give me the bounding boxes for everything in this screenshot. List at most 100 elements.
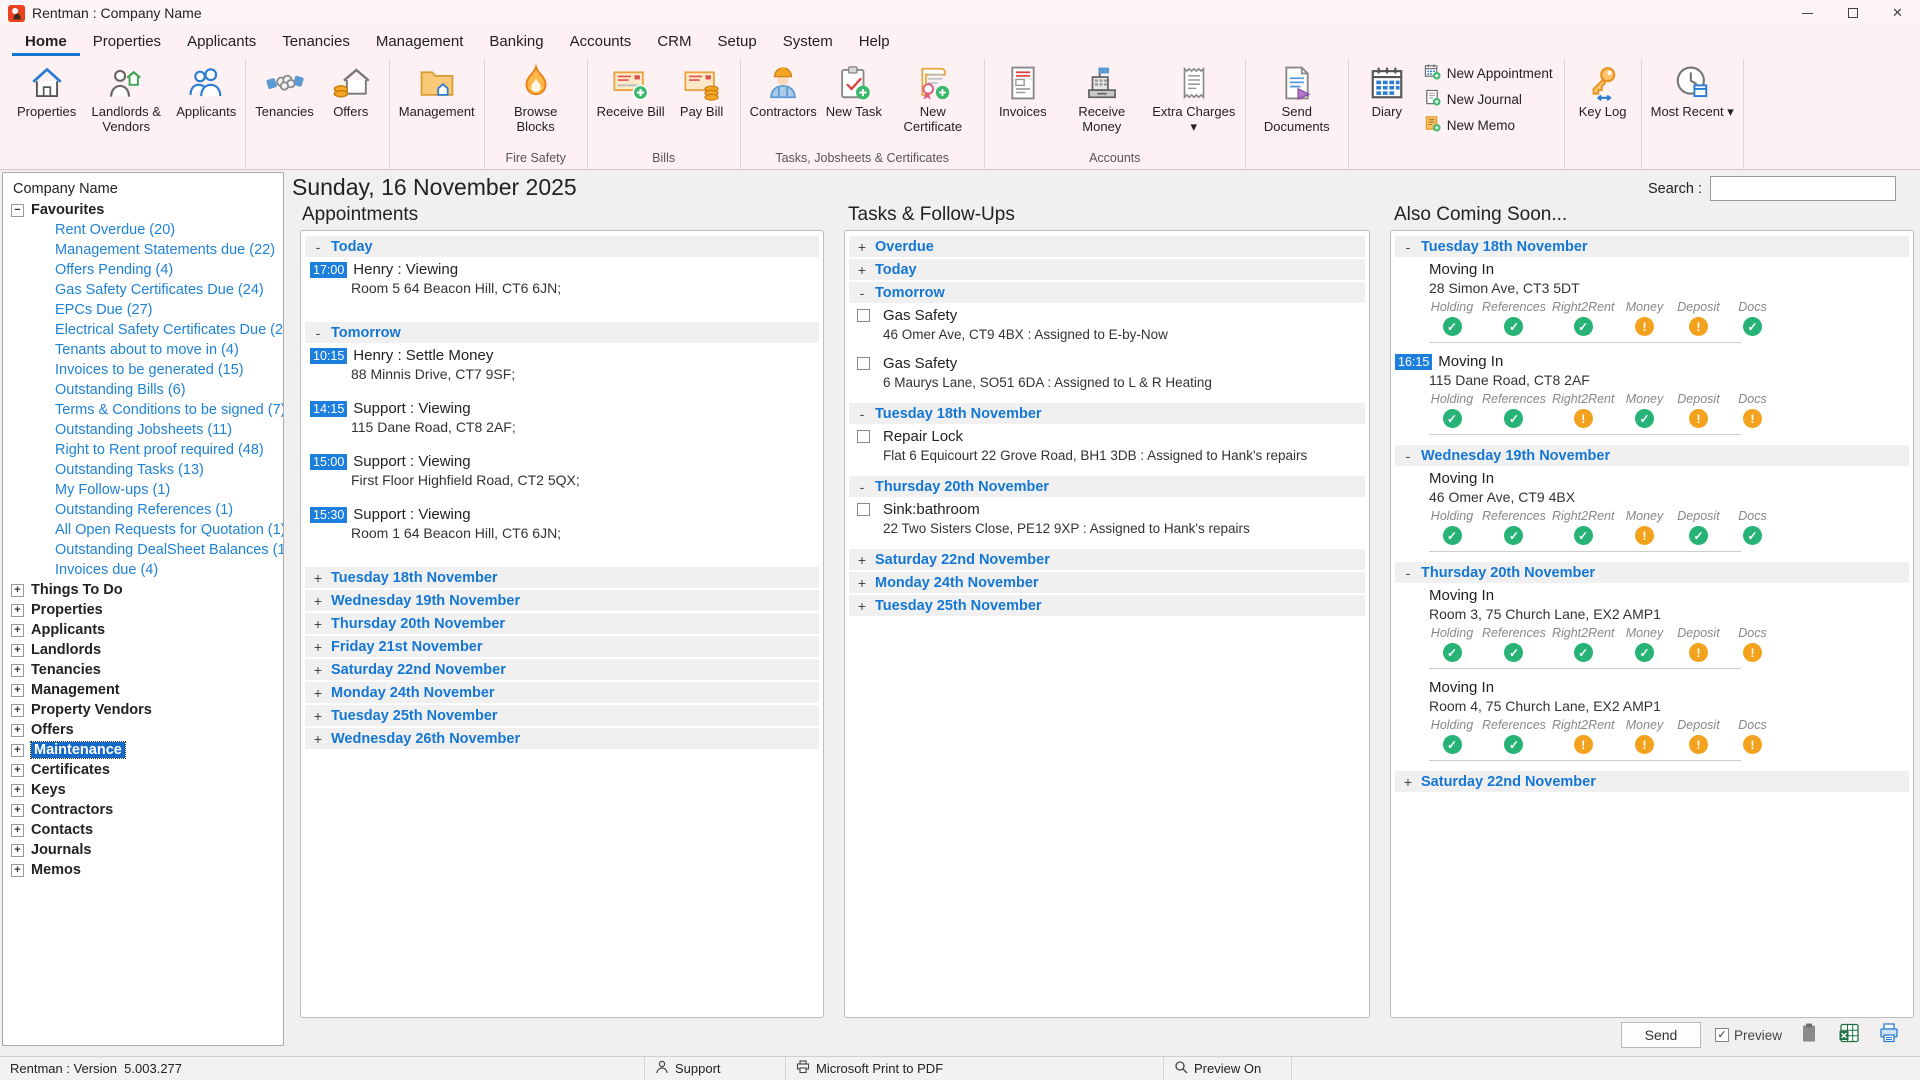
support-segment[interactable]: Support: [645, 1057, 786, 1080]
sidebar-favourite-terms-conditions-to-be-signed-7[interactable]: Terms & Conditions to be signed (7): [3, 400, 283, 420]
appointments-group-header-tomorrow[interactable]: - Tomorrow: [305, 322, 819, 343]
tree-expand-box[interactable]: +: [11, 704, 24, 717]
coming-soon-item[interactable]: Moving In 28 Simon Ave, CT3 5DT Holding …: [1395, 261, 1909, 343]
tab-properties[interactable]: Properties: [80, 29, 174, 56]
task-item[interactable]: Repair Lock Flat 6 Equicourt 22 Grove Ro…: [857, 428, 1365, 463]
search-input[interactable]: [1710, 176, 1896, 201]
task-checkbox[interactable]: [857, 503, 870, 516]
print-button[interactable]: [1876, 1022, 1902, 1048]
tree-expand-box[interactable]: +: [11, 664, 24, 677]
ribbon-button-new-task[interactable]: New Task: [821, 59, 887, 120]
tasks-group-header-saturday-22nd-november[interactable]: + Saturday 22nd November: [849, 549, 1365, 570]
tab-management[interactable]: Management: [363, 29, 477, 56]
sidebar-item-contractors[interactable]: + Contractors: [3, 800, 283, 820]
tree-expand-box[interactable]: +: [11, 604, 24, 617]
ribbon-button-new-journal[interactable]: New Journal: [1424, 89, 1553, 109]
tab-system[interactable]: System: [770, 29, 846, 56]
coming-soon-item[interactable]: Moving In Room 3, 75 Church Lane, EX2 AM…: [1395, 587, 1909, 669]
ribbon-button-send-documents[interactable]: Send Documents: [1251, 59, 1343, 135]
tasks-group-header-tomorrow[interactable]: - Tomorrow: [849, 282, 1365, 303]
sidebar-favourite-outstanding-bills-6[interactable]: Outstanding Bills (6): [3, 380, 283, 400]
tree-expand-box[interactable]: +: [11, 864, 24, 877]
task-checkbox[interactable]: [857, 430, 870, 443]
tab-home[interactable]: Home: [12, 29, 80, 56]
sidebar-favourite-offers-pending-4[interactable]: Offers Pending (4): [3, 260, 283, 280]
tree-expand-box[interactable]: +: [11, 744, 24, 757]
sidebar-favourite-outstanding-dealsheet-balances-14[interactable]: Outstanding DealSheet Balances (14): [3, 540, 283, 560]
tab-banking[interactable]: Banking: [476, 29, 556, 56]
sidebar-item-contacts[interactable]: + Contacts: [3, 820, 283, 840]
ribbon-button-offers[interactable]: Offers: [318, 59, 384, 120]
ribbon-button-contractors[interactable]: Contractors: [746, 59, 821, 120]
tree-expand-box[interactable]: +: [11, 844, 24, 857]
tree-expand-box[interactable]: +: [11, 764, 24, 777]
tasks-group-header-today[interactable]: + Today: [849, 259, 1365, 280]
ribbon-button-diary[interactable]: Diary: [1354, 59, 1420, 120]
sidebar-item-management[interactable]: + Management: [3, 680, 283, 700]
sidebar-favourite-tenants-about-to-move-in-4[interactable]: Tenants about to move in (4): [3, 340, 283, 360]
sidebar-favourite-outstanding-tasks-13[interactable]: Outstanding Tasks (13): [3, 460, 283, 480]
sidebar-item-offers[interactable]: + Offers: [3, 720, 283, 740]
appointments-group-header-wednesday-19th-november[interactable]: + Wednesday 19th November: [305, 590, 819, 611]
tree-expand-box[interactable]: +: [11, 724, 24, 737]
sidebar-favourite-rent-overdue-20[interactable]: Rent Overdue (20): [3, 220, 283, 240]
tree-expand-box[interactable]: +: [11, 824, 24, 837]
close-button[interactable]: ✕: [1875, 0, 1920, 26]
maximize-button[interactable]: [1830, 0, 1875, 26]
ribbon-button-landlords-vendors[interactable]: Landlords & Vendors: [80, 59, 172, 135]
coming-soon-group-header-wednesday-19th-november[interactable]: - Wednesday 19th November: [1395, 445, 1909, 466]
ribbon-button-new-certificate[interactable]: New Certificate: [887, 59, 979, 135]
coming-soon-group-header-thursday-20th-november[interactable]: - Thursday 20th November: [1395, 562, 1909, 583]
ribbon-button-extra-charges[interactable]: Extra Charges ▾: [1148, 59, 1240, 135]
appointment-item[interactable]: 10:15Henry : Settle Money 88 Minnis Driv…: [310, 347, 819, 382]
appointments-group-header-tuesday-25th-november[interactable]: + Tuesday 25th November: [305, 705, 819, 726]
appointments-group-header-monday-24th-november[interactable]: + Monday 24th November: [305, 682, 819, 703]
sidebar-item-maintenance[interactable]: + Maintenance: [3, 740, 283, 760]
appointments-group-header-saturday-22nd-november[interactable]: + Saturday 22nd November: [305, 659, 819, 680]
coming-soon-item[interactable]: Moving In Room 4, 75 Church Lane, EX2 AM…: [1395, 679, 1909, 761]
sidebar-item-things-to-do[interactable]: + Things To Do: [3, 580, 283, 600]
coming-soon-group-header-saturday-22nd-november[interactable]: + Saturday 22nd November: [1395, 771, 1909, 792]
sidebar-favourite-management-statements-due-22[interactable]: Management Statements due (22): [3, 240, 283, 260]
ribbon-button-tenancies[interactable]: Tenancies: [251, 59, 318, 120]
sidebar-item-journals[interactable]: + Journals: [3, 840, 283, 860]
minimize-button[interactable]: [1785, 0, 1830, 26]
tree-expand-box[interactable]: +: [11, 804, 24, 817]
task-item[interactable]: Sink:bathroom 22 Two Sisters Close, PE12…: [857, 501, 1365, 536]
tree-expand-box[interactable]: +: [11, 784, 24, 797]
task-item[interactable]: Gas Safety 46 Omer Ave, CT9 4BX : Assign…: [857, 307, 1365, 342]
sidebar-favourite-all-open-requests-for-quotation-1[interactable]: All Open Requests for Quotation (1): [3, 520, 283, 540]
task-checkbox[interactable]: [857, 309, 870, 322]
export-excel-button[interactable]: [1836, 1022, 1862, 1048]
sidebar-favourite-my-follow-ups-1[interactable]: My Follow-ups (1): [3, 480, 283, 500]
appointment-item[interactable]: 15:30Support : Viewing Room 1 64 Beacon …: [310, 506, 819, 541]
appointment-item[interactable]: 14:15Support : Viewing 115 Dane Road, CT…: [310, 400, 819, 435]
send-button[interactable]: Send: [1621, 1022, 1701, 1048]
tree-expand-box[interactable]: +: [11, 584, 24, 597]
ribbon-button-management[interactable]: Management: [395, 59, 479, 120]
tasks-group-header-thursday-20th-november[interactable]: - Thursday 20th November: [849, 476, 1365, 497]
ribbon-button-most-recent[interactable]: Most Recent ▾: [1647, 59, 1738, 120]
coming-soon-item[interactable]: Moving In 46 Omer Ave, CT9 4BX Holding ✓…: [1395, 470, 1909, 552]
sidebar-favourite-electrical-safety-certificates-due-25[interactable]: Electrical Safety Certificates Due (25): [3, 320, 283, 340]
ribbon-button-applicants[interactable]: Applicants: [172, 59, 240, 120]
ribbon-button-receive-money[interactable]: Receive Money: [1056, 59, 1148, 135]
preview-toggle[interactable]: ✓ Preview: [1715, 1028, 1782, 1043]
appointment-item[interactable]: 15:00Support : Viewing First Floor Highf…: [310, 453, 819, 488]
appointments-group-header-thursday-20th-november[interactable]: + Thursday 20th November: [305, 613, 819, 634]
task-checkbox[interactable]: [857, 357, 870, 370]
sidebar-item-memos[interactable]: + Memos: [3, 860, 283, 880]
tree-expand-box[interactable]: +: [11, 624, 24, 637]
sidebar-favourite-gas-safety-certificates-due-24[interactable]: Gas Safety Certificates Due (24): [3, 280, 283, 300]
tasks-group-header-tuesday-25th-november[interactable]: + Tuesday 25th November: [849, 595, 1365, 616]
ribbon-button-pay-bill[interactable]: Pay Bill: [669, 59, 735, 120]
tasks-group-header-tuesday-18th-november[interactable]: - Tuesday 18th November: [849, 403, 1365, 424]
sidebar-favourite-invoices-to-be-generated-15[interactable]: Invoices to be generated (15): [3, 360, 283, 380]
sidebar-item-favourites[interactable]: − Favourites: [3, 200, 283, 220]
tasks-group-header-overdue[interactable]: + Overdue: [849, 236, 1365, 257]
printer-segment[interactable]: Microsoft Print to PDF: [786, 1057, 1164, 1080]
tree-expand-box[interactable]: +: [11, 684, 24, 697]
sidebar-item-applicants[interactable]: + Applicants: [3, 620, 283, 640]
sidebar-favourite-outstanding-jobsheets-11[interactable]: Outstanding Jobsheets (11): [3, 420, 283, 440]
appointments-group-header-today[interactable]: - Today: [305, 236, 819, 257]
